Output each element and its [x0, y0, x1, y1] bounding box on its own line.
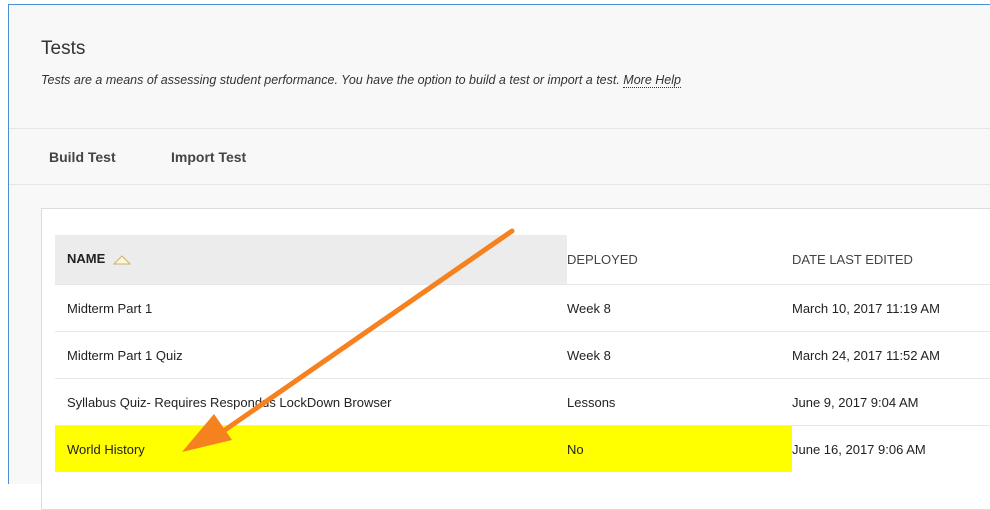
more-help-link[interactable]: More Help — [623, 73, 681, 88]
date-cell: June 9, 2017 9:04 AM — [792, 378, 990, 426]
action-bar: Build Test Import Test — [9, 129, 990, 185]
table-row: Syllabus Quiz- Requires Respondus LockDo… — [55, 378, 990, 426]
deployed-cell: Week 8 — [567, 284, 792, 332]
test-name-cell[interactable]: Syllabus Quiz- Requires Respondus LockDo… — [55, 378, 567, 426]
description-text: Tests are a means of assessing student p… — [41, 73, 620, 87]
content-frame: Tests Tests are a means of assessing stu… — [8, 4, 990, 510]
build-test-button[interactable]: Build Test — [49, 149, 116, 165]
tests-list-panel: NAME DEPLOYED DATE LAST EDITED Midterm P… — [41, 208, 990, 510]
column-header-date-last-edited[interactable]: DATE LAST EDITED — [792, 235, 990, 285]
deployed-cell: Week 8 — [567, 331, 792, 379]
date-cell: March 24, 2017 11:52 AM — [792, 331, 990, 379]
page-title: Tests — [41, 38, 86, 59]
date-cell: June 16, 2017 9:06 AM — [792, 425, 990, 472]
page-description: Tests are a means of assessing student p… — [41, 73, 681, 88]
table-row-highlighted: World History No June 16, 2017 9:06 AM — [55, 425, 990, 472]
tests-table: NAME DEPLOYED DATE LAST EDITED Midterm P… — [55, 235, 990, 472]
column-header-deployed[interactable]: DEPLOYED — [567, 235, 792, 285]
deployed-cell: Lessons — [567, 378, 792, 426]
column-header-name[interactable]: NAME — [55, 235, 567, 285]
import-test-button[interactable]: Import Test — [171, 149, 246, 165]
deployed-cell: No — [567, 425, 792, 472]
page-header: Tests Tests are a means of assessing stu… — [9, 5, 990, 129]
date-cell: March 10, 2017 11:19 AM — [792, 284, 990, 332]
test-name-cell[interactable]: Midterm Part 1 Quiz — [55, 331, 567, 379]
table-row: Midterm Part 1 Week 8 March 10, 2017 11:… — [55, 284, 990, 332]
test-name-cell[interactable]: World History — [55, 425, 567, 472]
test-name-cell[interactable]: Midterm Part 1 — [55, 284, 567, 332]
sort-ascending-icon[interactable] — [112, 253, 132, 268]
column-header-name-label: NAME — [67, 251, 106, 267]
table-header-row: NAME DEPLOYED DATE LAST EDITED — [55, 235, 990, 285]
table-row: Midterm Part 1 Quiz Week 8 March 24, 201… — [55, 331, 990, 379]
